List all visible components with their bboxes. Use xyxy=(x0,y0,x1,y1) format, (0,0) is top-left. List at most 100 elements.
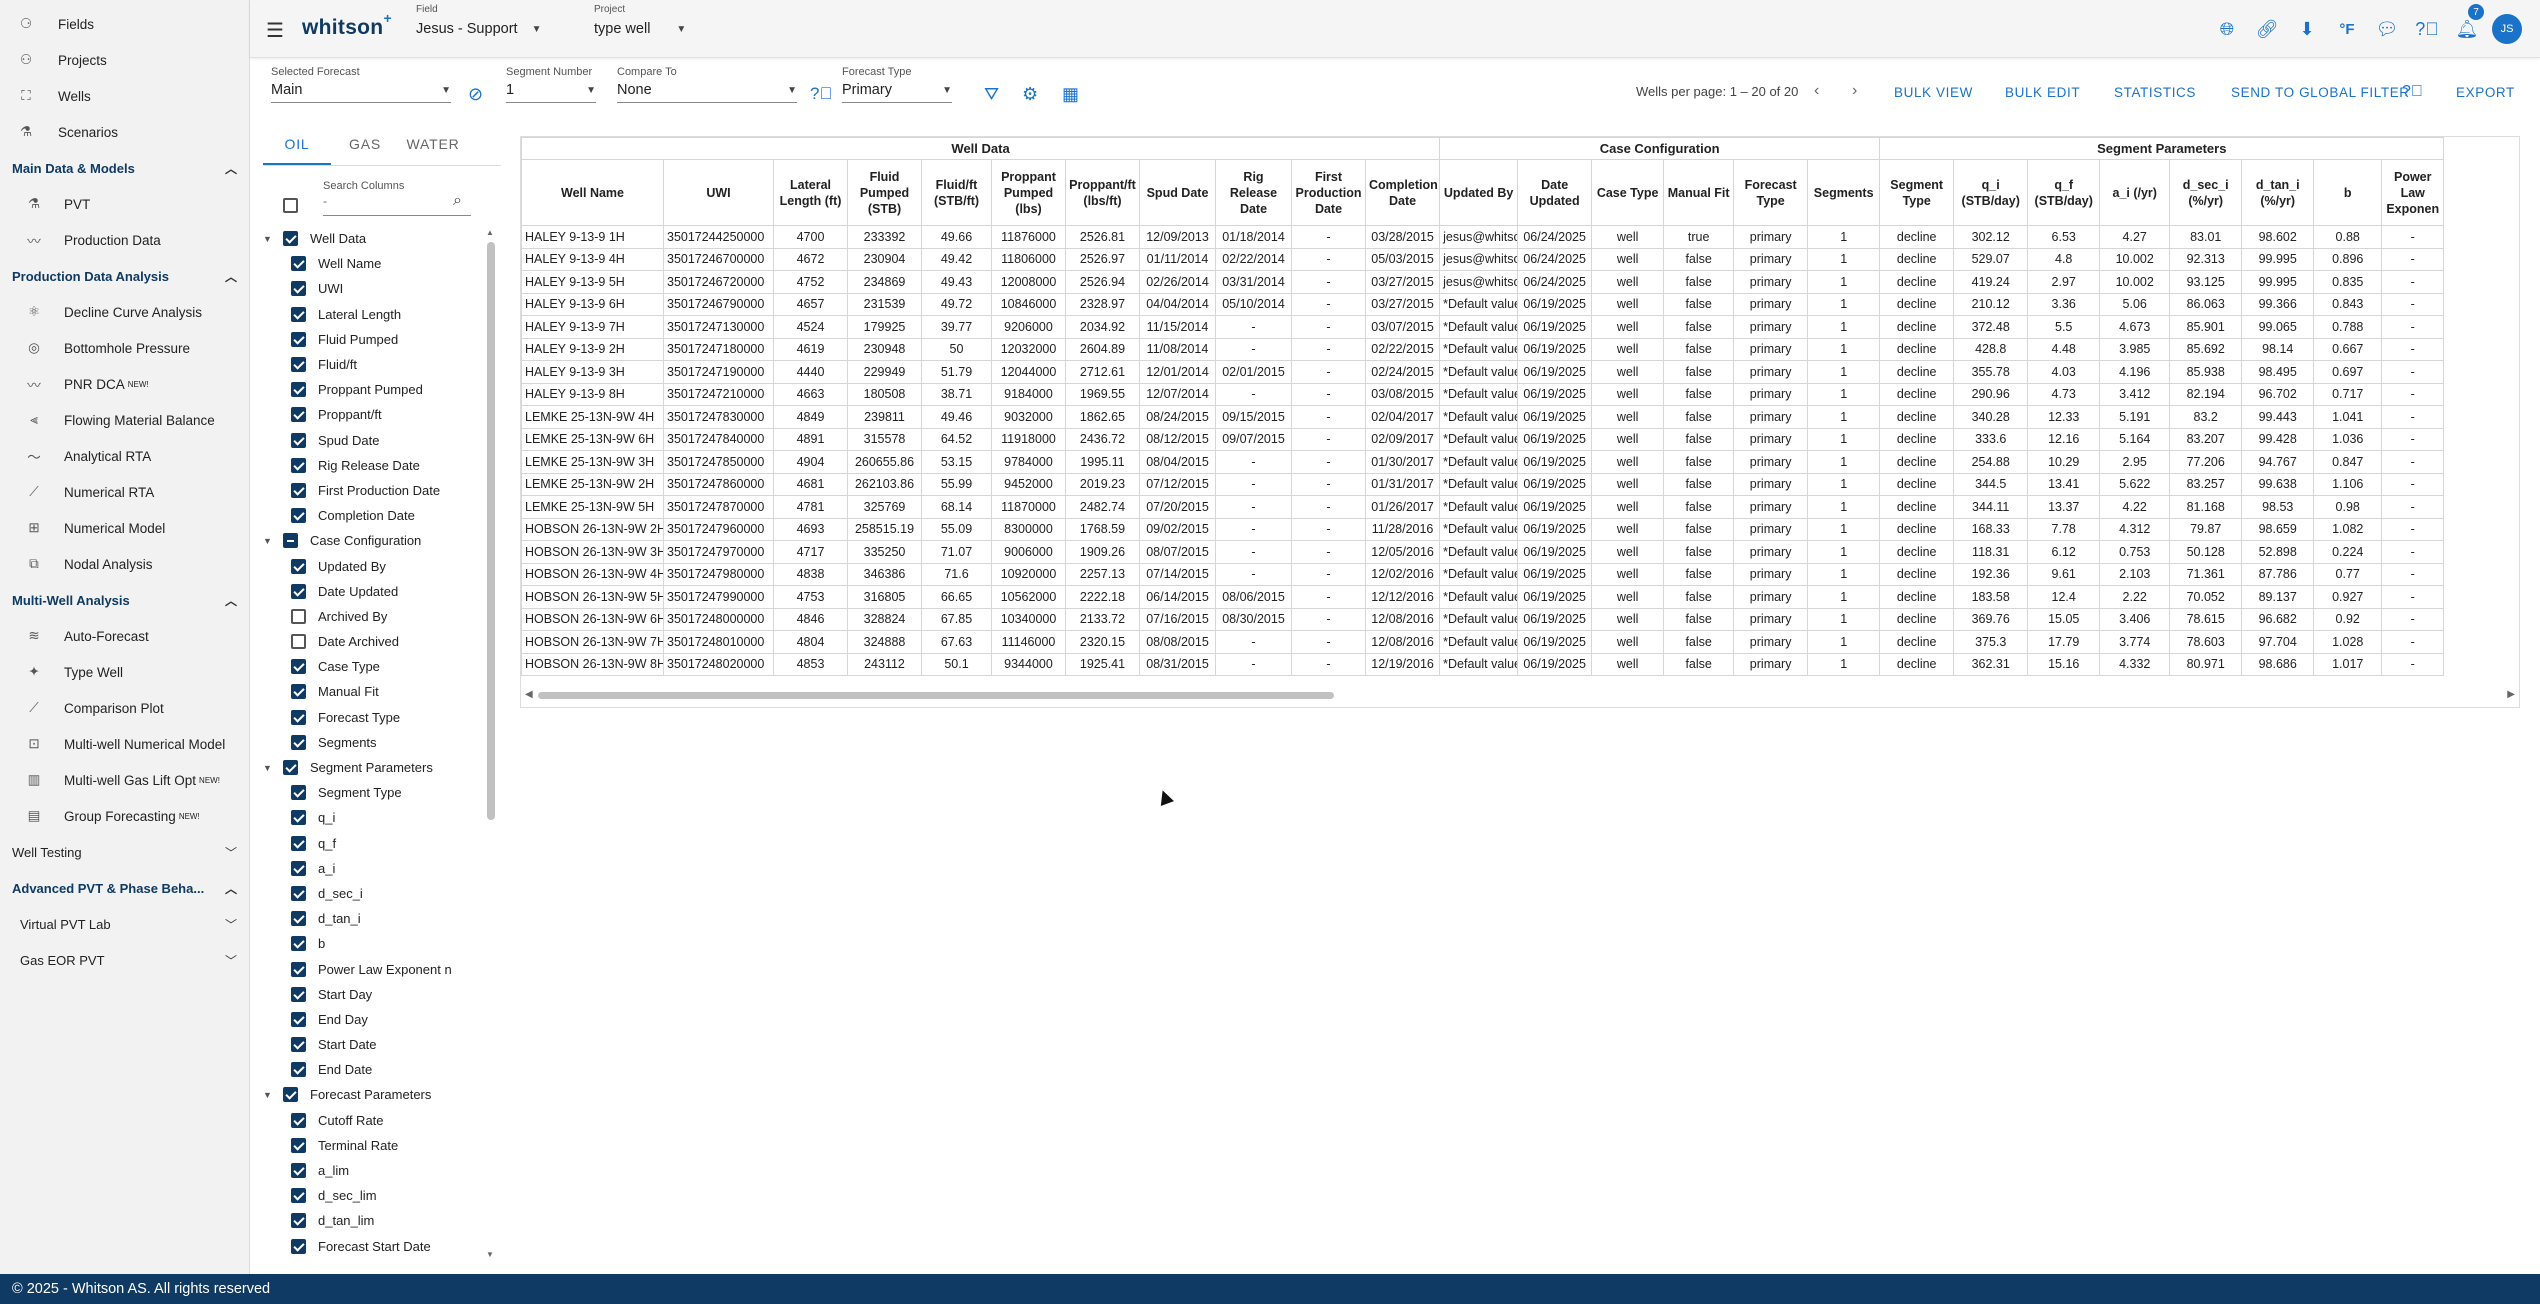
column-checkbox[interactable] xyxy=(291,281,306,297)
table-cell[interactable]: LEMKE 25-13N-9W 5H xyxy=(521,495,664,519)
table-cell[interactable]: HALEY 9-13-9 8H xyxy=(521,382,664,406)
field-selector[interactable]: Field Jesus - Support ▼ xyxy=(416,4,566,37)
sidebar-item-pnr-dca[interactable]: 〰 PNR DCA NEW! xyxy=(0,366,249,402)
table-cell[interactable]: LEMKE 25-13N-9W 6H xyxy=(521,427,664,451)
sidebar-item-pvt[interactable]: ⚗ PVT xyxy=(0,186,249,222)
project-selector[interactable]: Project type well ▼ xyxy=(594,4,744,37)
notifications-icon[interactable]: 🔔︎ 7 xyxy=(2452,4,2484,44)
column-checkbox[interactable] xyxy=(291,608,306,624)
sidebar-section-advanced-pvt[interactable]: Advanced PVT & Phase Beha... ︿ xyxy=(0,870,249,906)
table-cell[interactable]: HALEY 9-13-9 1H xyxy=(521,225,664,249)
sidebar-item-projects[interactable]: ⚇ Projects xyxy=(0,42,249,78)
help-icon[interactable]: ?⃝ xyxy=(2402,83,2423,101)
table-row[interactable]: HALEY 9-13-9 1H 35017244250000 4700 233392 4… xyxy=(521,225,2445,249)
segment-number-select[interactable]: Segment Number 1 ▼ xyxy=(506,66,596,103)
table-row[interactable]: LEMKE 25-13N-9W 5H 35017247870000 4781 3257… xyxy=(521,495,2445,519)
column-checkbox[interactable] xyxy=(291,1163,306,1179)
column-header-b[interactable]: b xyxy=(2313,159,2383,226)
search-icon[interactable]: ⌕ xyxy=(453,192,462,210)
forecast-type-select[interactable]: Forecast Type Primary ▼ xyxy=(842,66,952,103)
column-checkbox[interactable] xyxy=(291,835,306,851)
column-header-case-type[interactable]: Case Type xyxy=(1591,159,1665,226)
column-checkbox[interactable] xyxy=(291,407,306,423)
table-cell[interactable]: HALEY 9-13-9 4H xyxy=(521,247,664,271)
sidebar-section-main-data-models[interactable]: Main Data & Models ︿ xyxy=(0,150,249,186)
column-checkbox[interactable] xyxy=(291,709,306,725)
column-header-spud-date[interactable]: Spud Date xyxy=(1139,159,1216,226)
column-group-checkbox[interactable] xyxy=(283,231,298,247)
bulk-edit-button[interactable]: BULK EDIT xyxy=(2005,85,2080,100)
column-checkbox[interactable] xyxy=(291,986,306,1002)
table-cell[interactable]: HALEY 9-13-9 5H xyxy=(521,270,664,294)
column-checkbox[interactable] xyxy=(291,1213,306,1229)
sidebar-item-group-forecasting[interactable]: ▤ Group Forecasting NEW! xyxy=(0,798,249,834)
column-checkbox[interactable] xyxy=(291,1137,306,1153)
caret-down-icon[interactable]: ▼ xyxy=(263,763,277,773)
column-checkbox[interactable] xyxy=(291,1188,306,1204)
column-header-fluid-pumped-stb[interactable]: Fluid Pumped (STB) xyxy=(847,159,922,226)
table-cell[interactable]: HALEY 9-13-9 6H xyxy=(521,292,664,316)
column-header-rig-release-date[interactable]: Rig Release Date xyxy=(1215,159,1292,226)
link-icon[interactable]: 🔗︎ xyxy=(2252,14,2282,44)
sidebar-item-type-well[interactable]: ✦ Type Well xyxy=(0,654,249,690)
scroll-right-icon[interactable]: ▶ xyxy=(2507,689,2515,700)
column-checkbox[interactable] xyxy=(291,734,306,750)
search-columns-input[interactable]: - xyxy=(323,194,471,216)
scroll-thumb[interactable] xyxy=(538,692,1334,699)
column-checkbox[interactable] xyxy=(291,1037,306,1053)
column-checkbox[interactable] xyxy=(291,684,306,700)
compare-to-select[interactable]: Compare To None ▼ xyxy=(617,66,797,103)
column-checkbox[interactable] xyxy=(291,810,306,826)
sidebar-item-fields[interactable]: ⚆ Fields xyxy=(0,6,249,42)
table-cell[interactable]: HOBSON 26-13N-9W 3H xyxy=(521,540,664,564)
table-row[interactable]: HALEY 9-13-9 2H 35017247180000 4619 230948 5… xyxy=(521,337,2445,361)
table-cell[interactable]: LEMKE 25-13N-9W 4H xyxy=(521,405,664,429)
table-cell[interactable]: LEMKE 25-13N-9W 3H xyxy=(521,450,664,474)
column-group-checkbox[interactable] xyxy=(283,760,298,776)
column-checkbox[interactable] xyxy=(291,508,306,524)
send-to-global-filter-button[interactable]: SEND TO GLOBAL FILTER xyxy=(2231,85,2410,100)
tab-oil[interactable]: OIL xyxy=(263,116,331,165)
table-row[interactable]: HOBSON 26-13N-9W 8H 35017248020000 4853 243… xyxy=(521,652,2445,676)
column-header-q-f-stb-day[interactable]: q_f (STB/day) xyxy=(2027,159,2101,226)
sidebar-item-flowing-material-balance[interactable]: ⫷ Flowing Material Balance xyxy=(0,402,249,438)
sidebar-section-production-data-analysis[interactable]: Production Data Analysis ︿ xyxy=(0,258,249,294)
column-header-date-updated[interactable]: Date Updated xyxy=(1517,159,1593,226)
scroll-down-icon[interactable]: ▼ xyxy=(486,1250,494,1259)
column-header-segments[interactable]: Segments xyxy=(1807,159,1881,226)
column-header-fluid-ft-stb-ft[interactable]: Fluid/ft (STB/ft) xyxy=(921,159,992,226)
scroll-left-icon[interactable]: ◀ xyxy=(525,689,533,700)
column-checkbox[interactable] xyxy=(291,911,306,927)
column-checkbox[interactable] xyxy=(291,382,306,398)
table-cell[interactable]: HALEY 9-13-9 7H xyxy=(521,315,664,339)
column-header-lateral-length-ft[interactable]: Lateral Length (ft) xyxy=(773,159,848,226)
sidebar-item-nodal-analysis[interactable]: ⧉ Nodal Analysis xyxy=(0,546,249,582)
help-icon[interactable]: ?⃝ xyxy=(810,84,832,104)
column-checkbox[interactable] xyxy=(291,558,306,574)
table-row[interactable]: LEMKE 25-13N-9W 3H 35017247850000 4904 2606… xyxy=(521,450,2445,474)
filter-icon[interactable]: ⛛ xyxy=(984,84,999,105)
sidebar-item-wells[interactable]: ⛶ Wells xyxy=(0,78,249,114)
caret-down-icon[interactable]: ▼ xyxy=(263,1090,277,1100)
column-group-checkbox[interactable] xyxy=(283,533,298,549)
table-cell[interactable]: HOBSON 26-13N-9W 8H xyxy=(521,652,664,676)
column-panel-scrollbar[interactable] xyxy=(487,242,495,820)
bulk-view-button[interactable]: BULK VIEW xyxy=(1894,85,1973,100)
help-icon[interactable]: ?⃝ xyxy=(2412,14,2442,44)
chevron-left-icon[interactable]: ‹ xyxy=(1814,82,1819,100)
column-checkbox[interactable] xyxy=(291,357,306,373)
visibility-off-icon[interactable]: ⊘ xyxy=(468,84,483,105)
calculator-icon[interactable]: ▦ xyxy=(1062,84,1079,105)
table-row[interactable]: LEMKE 25-13N-9W 2H 35017247860000 4681 2621… xyxy=(521,472,2445,496)
scroll-up-icon[interactable]: ▲ xyxy=(486,228,494,237)
download-icon[interactable]: ⬇︎ xyxy=(2292,14,2322,44)
column-header-d-sec-i-yr[interactable]: d_sec_i (%/yr) xyxy=(2169,159,2243,226)
table-row[interactable]: HALEY 9-13-9 3H 35017247190000 4440 229949 5… xyxy=(521,360,2445,384)
table-row[interactable]: HOBSON 26-13N-9W 5H 35017247990000 4753 316… xyxy=(521,585,2445,609)
table-cell[interactable]: HOBSON 26-13N-9W 2H xyxy=(521,517,664,541)
table-row[interactable]: HOBSON 26-13N-9W 7H 35017248010000 4804 324… xyxy=(521,630,2445,654)
column-header-proppant-pumped-lbs[interactable]: Proppant Pumped (lbs) xyxy=(991,159,1066,226)
avatar[interactable]: JS xyxy=(2492,14,2522,44)
column-checkbox[interactable] xyxy=(291,785,306,801)
column-checkbox[interactable] xyxy=(291,331,306,347)
